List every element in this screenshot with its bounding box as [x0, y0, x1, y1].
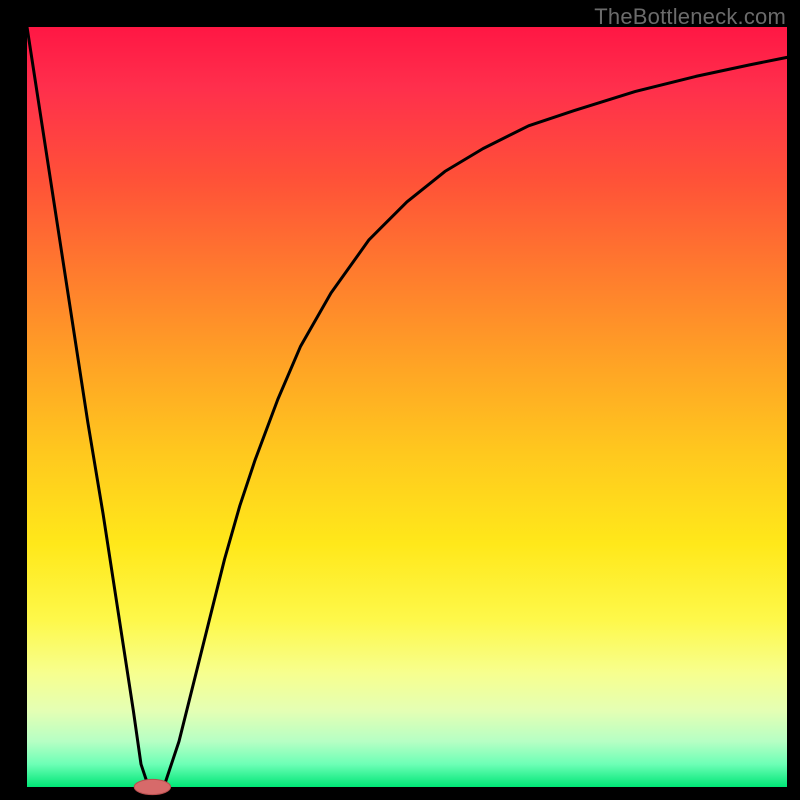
marker-layer [134, 779, 170, 794]
chart-frame: TheBottleneck.com [0, 0, 800, 800]
optimal-point-marker [134, 779, 170, 794]
watermark-text: TheBottleneck.com [594, 4, 786, 30]
chart-svg [0, 0, 800, 800]
curve-layer [27, 27, 787, 787]
bottleneck-curve [27, 27, 787, 787]
